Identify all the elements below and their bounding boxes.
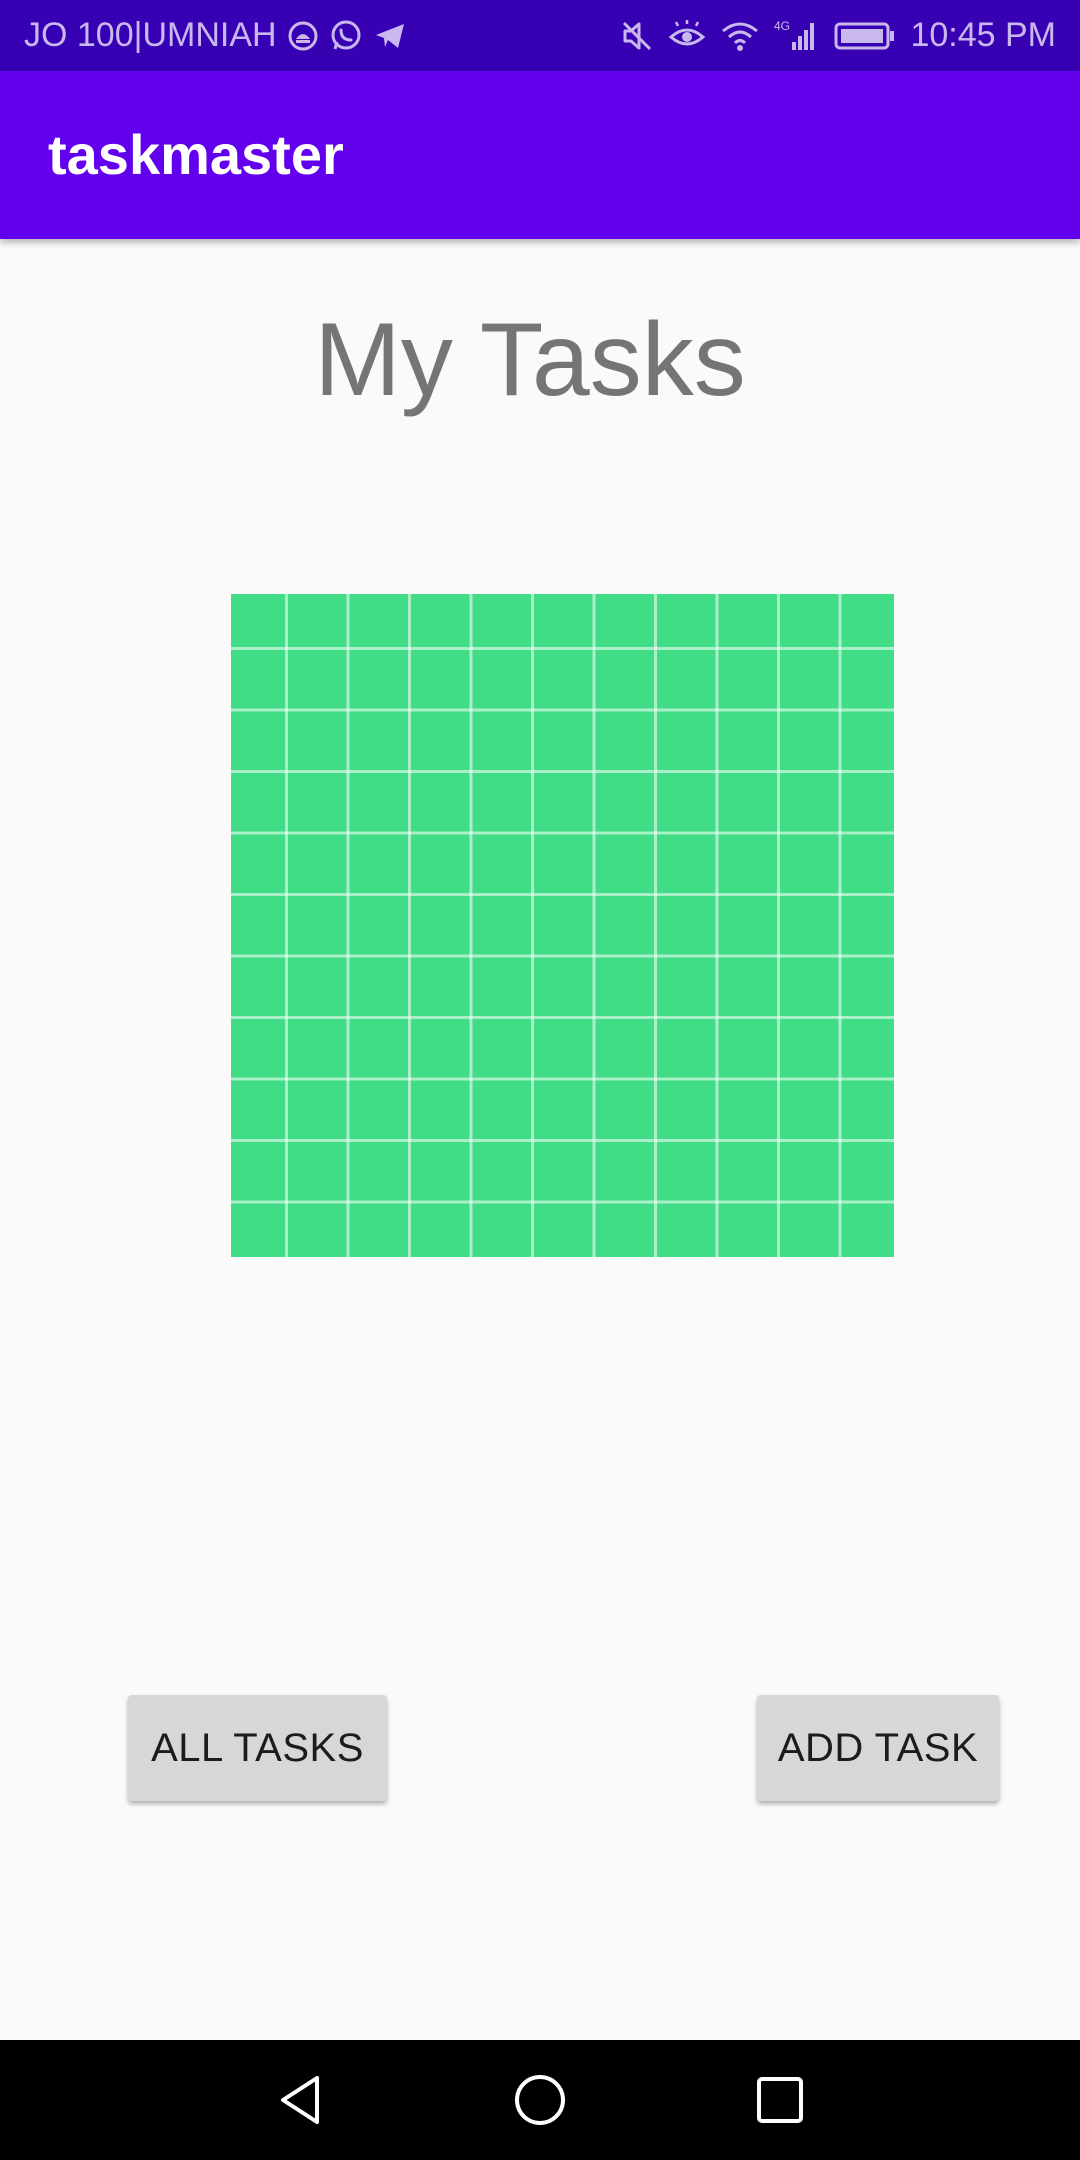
carrier-label: JO 100|UMNIAH — [24, 16, 277, 54]
app-notification-icon — [287, 20, 319, 52]
back-icon[interactable] — [241, 2040, 361, 2160]
all-tasks-button[interactable]: ALL TASKS — [128, 1695, 387, 1801]
battery-icon — [834, 21, 896, 51]
page-title: My Tasks — [314, 302, 746, 418]
mute-icon — [620, 19, 654, 53]
home-icon[interactable] — [480, 2040, 600, 2160]
clock: 10:45 PM — [910, 16, 1056, 54]
screen: JO 100|UMNIAH 4G 10:45 PM taskmaster My … — [0, 0, 1080, 2160]
signal-4g-icon: 4G — [774, 18, 820, 54]
grid-image — [231, 594, 894, 1257]
whatsapp-icon — [329, 19, 363, 53]
eye-comfort-icon — [668, 19, 706, 53]
add-task-button[interactable]: ADD TASK — [757, 1695, 999, 1801]
app-bar: taskmaster — [0, 71, 1080, 239]
recents-icon[interactable] — [720, 2040, 840, 2160]
telegram-icon — [373, 19, 407, 53]
app-title: taskmaster — [48, 123, 344, 186]
status-bar: JO 100|UMNIAH 4G 10:45 PM — [0, 0, 1080, 71]
wifi-icon — [720, 19, 760, 53]
svg-text:4G: 4G — [774, 19, 790, 33]
status-right: 4G 10:45 PM — [620, 0, 1056, 71]
status-left: JO 100|UMNIAH — [24, 0, 407, 71]
navigation-bar — [0, 2040, 1080, 2160]
